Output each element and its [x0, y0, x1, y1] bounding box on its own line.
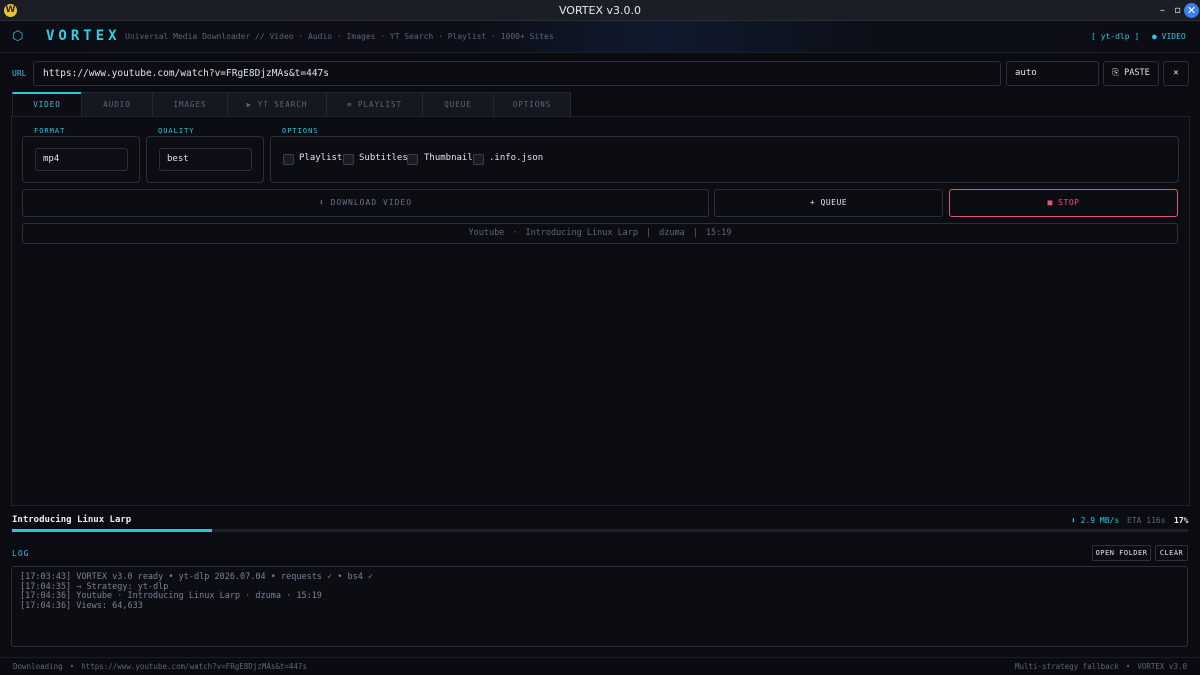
hexagon-logo-icon: ⬡: [12, 29, 24, 44]
open-folder-button[interactable]: OPEN FOLDER: [1092, 545, 1151, 561]
subtitles-checkbox-label: Subtitles: [359, 153, 408, 163]
app-tagline: Universal Media Downloader // Video · Au…: [125, 32, 554, 41]
media-duration: 15:19: [705, 228, 732, 238]
log-label: LOG: [12, 549, 30, 558]
download-eta: ETA 116s: [1127, 516, 1166, 525]
tab-playlist[interactable]: ≡ PLAYLIST: [326, 92, 423, 116]
tab-options[interactable]: OPTIONS: [493, 92, 571, 116]
media-title: Introducing Linux Larp: [525, 228, 639, 238]
add-to-queue-button[interactable]: + QUEUE: [714, 189, 943, 217]
subtitles-checkbox[interactable]: [343, 154, 354, 165]
engine-badge: [ yt-dlp ]: [1091, 32, 1140, 41]
app-header: ⬡ VORTEX Universal Media Downloader // V…: [0, 21, 1200, 53]
status-state: Downloading: [13, 662, 63, 671]
status-dot: •: [69, 662, 75, 671]
url-label: URL: [12, 69, 27, 78]
progress-title: Introducing Linux Larp: [12, 515, 132, 525]
playlist-checkbox[interactable]: [283, 154, 294, 165]
media-uploader: dzuma: [659, 228, 685, 238]
media-info-bar: Youtube · Introducing Linux Larp | dzuma | 15:…: [22, 223, 1178, 244]
media-sep: |: [692, 228, 698, 238]
window-title: VORTEX v3.0.0: [558, 4, 642, 17]
minimize-icon[interactable]: –: [1155, 3, 1170, 18]
log-line: [17:03:43] VORTEX v3.0 ready • yt-dlp 20…: [20, 572, 374, 582]
video-tab-panel: FORMAT mp4 QUALITY best OPTIONS Playlist…: [11, 116, 1190, 506]
status-url: https://www.youtube.com/watch?v=FRgE8Djz…: [81, 662, 307, 671]
close-window-icon[interactable]: ✕: [1184, 3, 1199, 18]
progress-fill: [12, 529, 212, 532]
quality-group: best: [146, 136, 264, 183]
status-right: Multi-strategy fallback • VORTEX v3.0: [1015, 662, 1187, 671]
playlist-checkbox-label: Playlist: [299, 153, 343, 163]
app-logo: VORTEX: [46, 28, 121, 44]
quality-select[interactable]: best: [159, 148, 252, 171]
thumbnail-checkbox-label: Thumbnail: [424, 153, 473, 163]
format-group: mp4: [22, 136, 140, 183]
download-percent: 17%: [1174, 516, 1189, 525]
clear-url-button[interactable]: ✕: [1163, 61, 1189, 86]
status-strategy: Multi-strategy fallback: [1014, 662, 1119, 671]
progress-track: [12, 529, 1188, 532]
quality-label: QUALITY: [158, 127, 195, 135]
log-line: [17:04:36] Youtube · Introducing Linux L…: [20, 591, 322, 602]
tab-yt-search[interactable]: ▶ YT SEARCH: [227, 92, 327, 116]
maximize-icon[interactable]: ▫: [1170, 3, 1185, 18]
info-json-checkbox-label: .info.json: [489, 153, 544, 163]
format-label: FORMAT: [34, 127, 66, 135]
tab-images[interactable]: IMAGES: [152, 92, 228, 116]
info-json-checkbox[interactable]: [473, 154, 484, 165]
window-titlebar: W VORTEX v3.0.0 – ▫ ✕: [0, 0, 1200, 21]
media-dot: ·: [512, 228, 518, 238]
url-input[interactable]: https://www.youtube.com/watch?v=FRgE8Djz…: [33, 61, 1001, 86]
tab-video[interactable]: VIDEO: [12, 92, 82, 116]
status-bar: Downloading • https://www.youtube.com/watc…: [0, 657, 1200, 675]
status-dot: •: [1125, 662, 1131, 671]
paste-button[interactable]: ⎘ PASTE: [1103, 61, 1159, 86]
format-select[interactable]: mp4: [35, 148, 128, 171]
log-output: [17:03:43] VORTEX v3.0 ready • yt-dlp 20…: [11, 566, 1188, 647]
log-line: [17:04:36] Views: 64,633: [20, 600, 143, 611]
clear-log-button[interactable]: CLEAR: [1155, 545, 1188, 561]
status-version: VORTEX v3.0: [1137, 662, 1187, 671]
tab-queue[interactable]: QUEUE: [422, 92, 494, 116]
download-video-button[interactable]: ⬇ DOWNLOAD VIDEO: [22, 189, 709, 217]
tab-bar: VIDEO AUDIO IMAGES ▶ YT SEARCH ≡ PLAYLIS…: [12, 92, 571, 116]
download-speed: ⬇ 2.9 MB/s: [1071, 516, 1120, 525]
media-sep: |: [646, 228, 652, 238]
media-site: Youtube: [468, 228, 505, 238]
format-auto-select[interactable]: auto: [1006, 61, 1099, 86]
status-left: Downloading • https://www.youtube.com/watc…: [13, 662, 307, 671]
stop-button[interactable]: ■ STOP: [949, 189, 1178, 217]
thumbnail-checkbox[interactable]: [407, 154, 418, 165]
mode-badge: ● VIDEO: [1152, 32, 1186, 41]
options-label: OPTIONS: [282, 127, 319, 135]
tab-audio[interactable]: AUDIO: [81, 92, 153, 116]
options-group: Playlist Subtitles Thumbnail .info.json: [270, 136, 1179, 183]
